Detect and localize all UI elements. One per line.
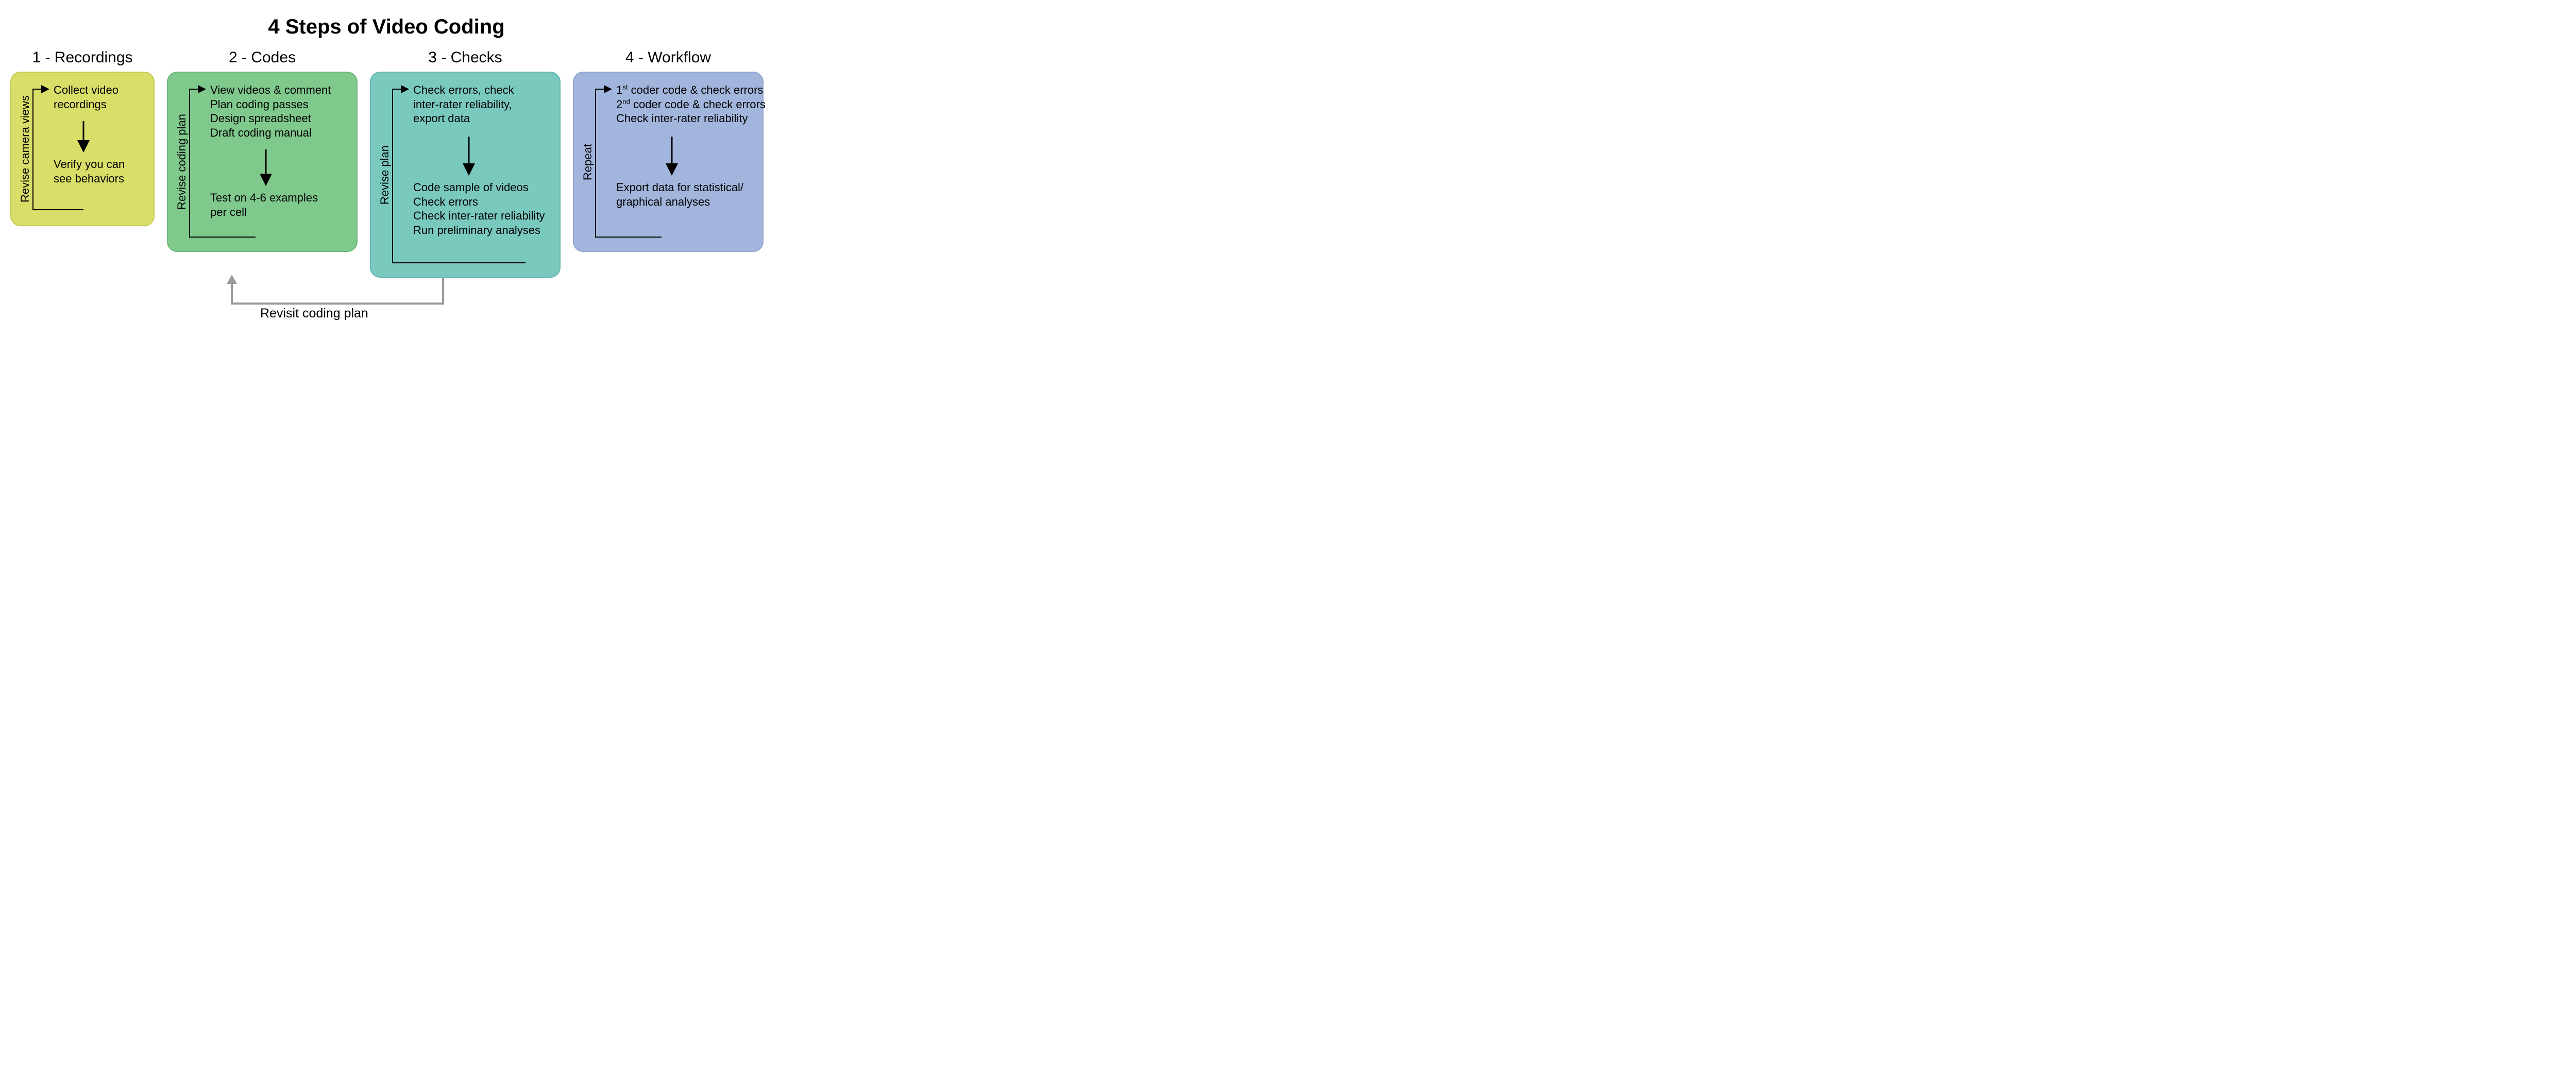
step-3-side-label: Revise plan bbox=[376, 145, 392, 205]
step-4-inner: 1st coder code & check errors 2nd coder … bbox=[595, 80, 754, 244]
step-4-bottom-text: Export data for statistical/ graphical a… bbox=[616, 180, 743, 209]
step-2-card: Revise coding plan View videos & c bbox=[167, 72, 358, 252]
step-1: 1 - Recordings Revise camera views bbox=[10, 49, 155, 226]
step-2-side-label: Revise coding plan bbox=[173, 114, 189, 210]
step-3-card: Revise plan Check errors, check bbox=[370, 72, 561, 278]
step-1-top-text: Collect video recordings bbox=[54, 83, 118, 111]
diagram-root: 4 Steps of Video Coding 1 - Recordings R… bbox=[0, 0, 773, 345]
step-4-side-label: Repeat bbox=[579, 144, 595, 180]
step-3-inner: Check errors, check inter-rater reliabil… bbox=[392, 80, 551, 270]
step-1-heading: 1 - Recordings bbox=[32, 49, 132, 66]
step-3-bottom-text: Code sample of videos Check errors Check… bbox=[413, 180, 545, 237]
step-3: 3 - Checks Revise plan bbox=[370, 49, 561, 278]
step-4-heading: 4 - Workflow bbox=[625, 49, 711, 66]
step-4-card: Repeat 1st coder code & check erro bbox=[573, 72, 764, 252]
step-3-top-text: Check errors, check inter-rater reliabil… bbox=[413, 83, 514, 126]
revisit-arrow-area: Revisit coding plan bbox=[10, 278, 783, 334]
step-1-card: Revise camera views bbox=[10, 72, 155, 226]
step-1-side-label: Revise camera views bbox=[16, 95, 32, 203]
revisit-label: Revisit coding plan bbox=[260, 306, 368, 321]
steps-row: 1 - Recordings Revise camera views bbox=[10, 49, 762, 278]
step-2-bottom-text: Test on 4-6 examples per cell bbox=[210, 191, 318, 219]
step-1-inner: Collect video recordings Verify you can … bbox=[32, 80, 145, 218]
step-2-heading: 2 - Codes bbox=[229, 49, 296, 66]
step-2: 2 - Codes Revise coding plan bbox=[167, 49, 358, 252]
step-2-top-text: View videos & comment Plan coding passes… bbox=[210, 83, 331, 140]
step-1-bottom-text: Verify you can see behaviors bbox=[54, 157, 125, 186]
step-4-top-text: 1st coder code & check errors 2nd coder … bbox=[616, 83, 766, 126]
revisit-arrow bbox=[10, 278, 783, 334]
page-title: 4 Steps of Video Coding bbox=[10, 15, 762, 39]
step-2-inner: View videos & comment Plan coding passes… bbox=[189, 80, 348, 244]
step-3-heading: 3 - Checks bbox=[428, 49, 502, 66]
step-4: 4 - Workflow Repeat bbox=[573, 49, 764, 252]
